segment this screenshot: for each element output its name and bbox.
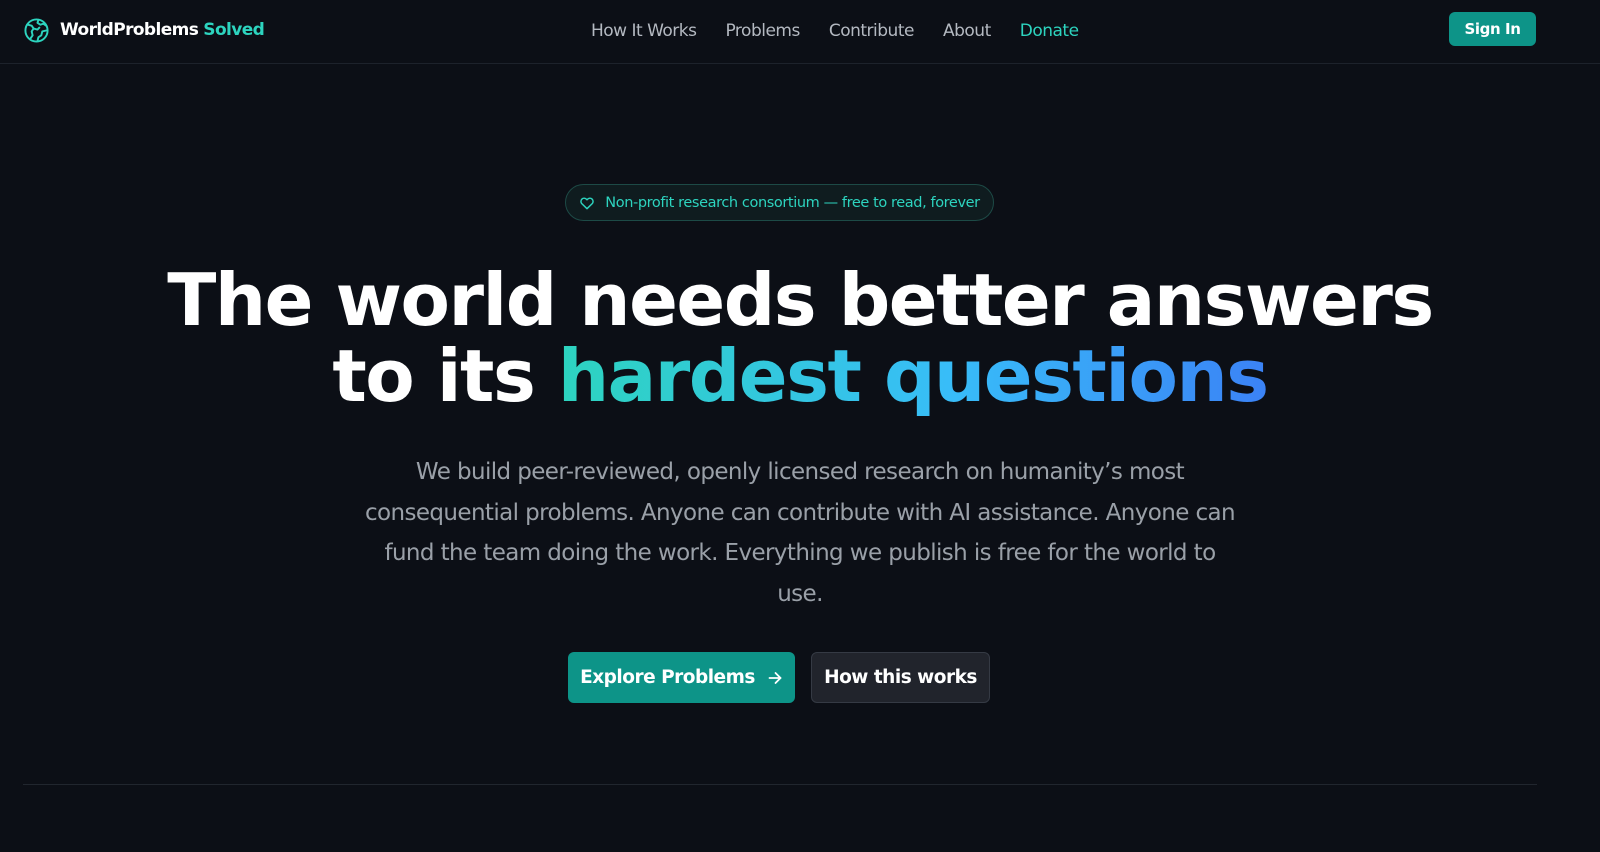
hero-headline: The world needs better answers to its ha… <box>0 262 1600 414</box>
nav-link-contribute[interactable]: Contribute <box>829 21 915 41</box>
arrow-right-icon <box>767 670 783 686</box>
headline-highlight: hardest questions <box>557 334 1269 418</box>
top-navigation: WorldProblems Solved How It Works Problem… <box>0 0 1600 64</box>
brand-name: WorldProblems Solved <box>60 20 265 40</box>
nav-link-about[interactable]: About <box>943 21 991 41</box>
brand-name-primary: WorldProblems <box>60 20 199 40</box>
explore-problems-label: Explore Problems <box>580 667 755 688</box>
nav-link-how-it-works[interactable]: How It Works <box>591 21 697 41</box>
headline-line-2-prefix: to its <box>332 334 535 418</box>
brand-logo-link[interactable]: WorldProblems Solved <box>23 16 265 44</box>
nav-link-donate[interactable]: Donate <box>1020 21 1079 41</box>
badge-text: Non-profit research consortium — free to… <box>605 194 980 211</box>
nav-links: How It Works Problems Contribute About D… <box>591 18 1079 44</box>
globe-logo-icon <box>23 17 50 44</box>
heart-icon <box>579 195 595 211</box>
nonprofit-badge: Non-profit research consortium — free to… <box>565 184 994 221</box>
headline-line-1: The world needs better answers <box>167 258 1434 342</box>
explore-problems-button[interactable]: Explore Problems <box>568 652 795 703</box>
nav-link-problems[interactable]: Problems <box>725 21 800 41</box>
hero-description: We build peer-reviewed, openly licensed … <box>364 459 1236 607</box>
section-divider <box>23 784 1537 785</box>
sign-in-button[interactable]: Sign In <box>1449 12 1536 46</box>
brand-name-accent: Solved <box>203 20 265 40</box>
how-this-works-button[interactable]: How this works <box>811 652 990 703</box>
